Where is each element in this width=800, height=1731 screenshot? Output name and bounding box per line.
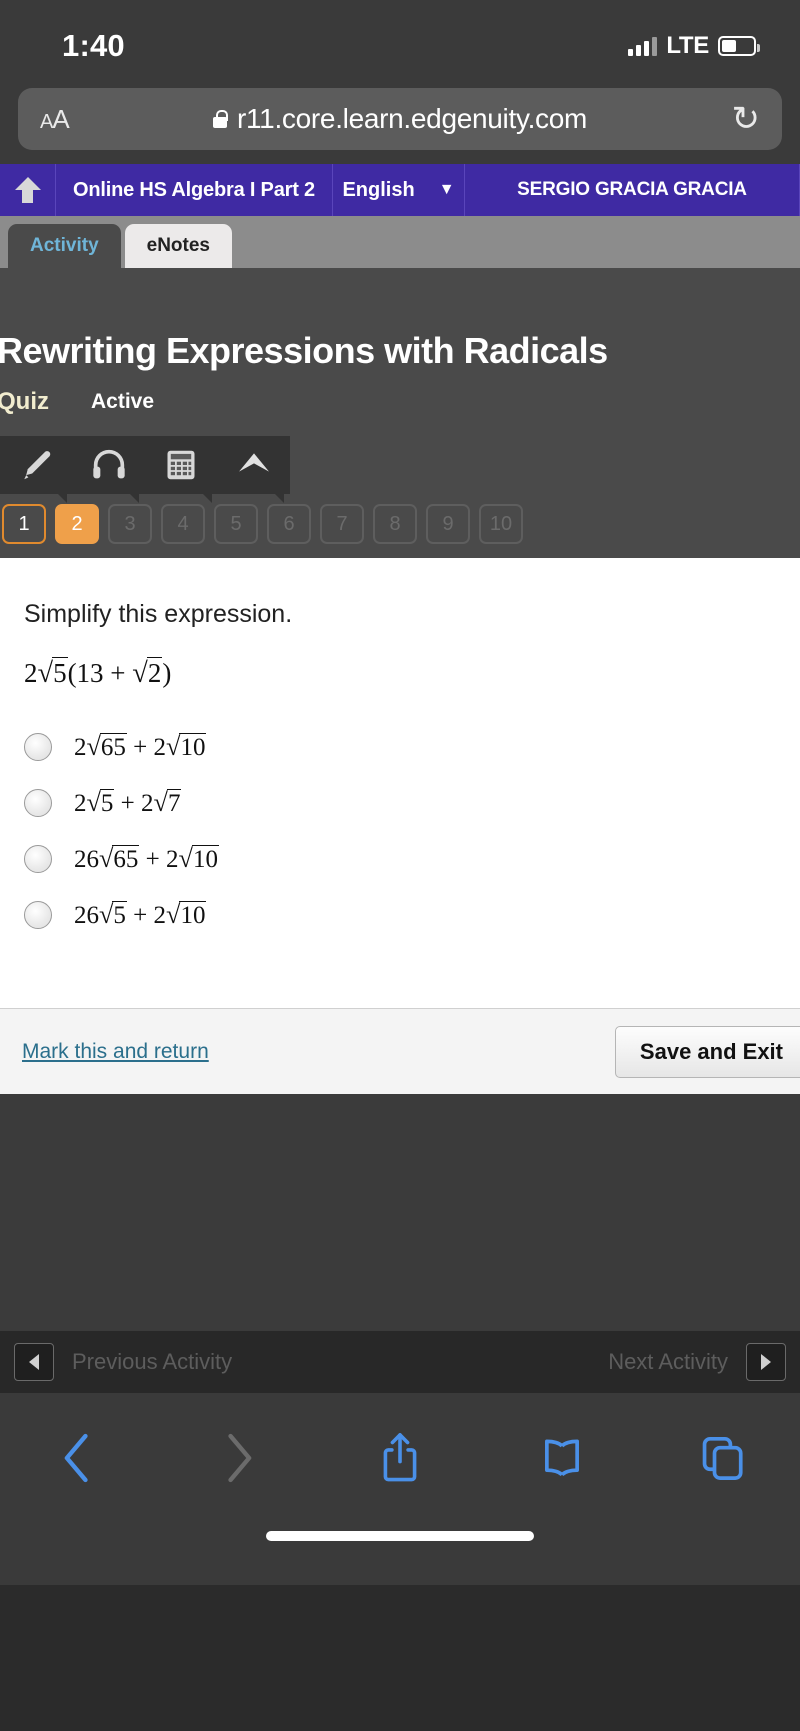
- status-indicators: LTE: [628, 32, 760, 60]
- share-button[interactable]: [365, 1423, 435, 1493]
- forward-icon: [227, 1433, 251, 1483]
- reference-arrow-icon: [238, 453, 269, 472]
- network-type-label: LTE: [666, 32, 709, 59]
- question-button-3[interactable]: 3: [108, 504, 152, 544]
- phone-screen: 1:40 LTE AA r11.core.learn.edgenuity.com…: [0, 0, 800, 1731]
- back-icon: [64, 1433, 88, 1483]
- text-size-button[interactable]: AA: [40, 104, 70, 135]
- answer-option-d[interactable]: 26 √ 5 + 2 √ 10: [24, 900, 800, 930]
- user-name[interactable]: SERGIO GRACIA GRACIA: [465, 164, 800, 216]
- radio-button[interactable]: [24, 733, 52, 761]
- home-button[interactable]: [0, 164, 56, 216]
- question-button-10[interactable]: 10: [479, 504, 523, 544]
- address-bar[interactable]: AA r11.core.learn.edgenuity.com ↻: [18, 88, 782, 150]
- radio-button[interactable]: [24, 789, 52, 817]
- question-expression: 2 √ 5 (13 + √ 2): [24, 657, 172, 689]
- forward-button[interactable]: [204, 1423, 274, 1493]
- activity-state-badge: Active: [91, 390, 155, 413]
- question-number-nav: 1 2 3 4 5 6 7 8 9 10: [0, 494, 800, 558]
- reference-tool-button[interactable]: [218, 436, 291, 503]
- url-display: r11.core.learn.edgenuity.com: [18, 103, 782, 135]
- status-time: 1:40: [62, 28, 125, 63]
- tab-activity[interactable]: Activity: [8, 224, 121, 268]
- previous-activity-group[interactable]: Previous Activity: [14, 1343, 232, 1381]
- question-footer: Mark this and return Save and Exit: [0, 1008, 800, 1094]
- home-icon: [13, 177, 43, 203]
- triangle-left-icon[interactable]: [14, 1343, 54, 1381]
- battery-icon: [718, 36, 760, 56]
- next-activity-group[interactable]: Next Activity: [608, 1343, 786, 1381]
- lock-icon: [212, 110, 228, 128]
- headphones-icon: [93, 449, 125, 479]
- course-title[interactable]: Online HS Algebra I Part 2: [56, 164, 333, 216]
- activity-meta: Quiz Active: [0, 388, 800, 416]
- previous-activity-label: Previous Activity: [72, 1349, 233, 1374]
- tool-palette: [0, 436, 291, 503]
- bookmarks-icon: [544, 1439, 579, 1477]
- triangle-right-icon[interactable]: [746, 1343, 786, 1381]
- radio-button[interactable]: [24, 845, 52, 873]
- answer-option-text: 2 √ 65 + 2 √ 10: [74, 732, 207, 761]
- question-button-2[interactable]: 2: [55, 504, 99, 544]
- page-title: Rewriting Expressions with Radicals: [0, 330, 608, 371]
- home-indicator-area: [0, 1523, 800, 1585]
- question-button-1[interactable]: 1: [2, 504, 46, 544]
- language-selector[interactable]: English ▼: [333, 164, 465, 216]
- reload-icon[interactable]: ↻: [732, 102, 761, 136]
- bookmarks-button[interactable]: [527, 1423, 597, 1493]
- tabs-button[interactable]: [688, 1423, 758, 1493]
- answer-option-a[interactable]: 2 √ 65 + 2 √ 10: [24, 732, 800, 762]
- safari-bottom-toolbar: [0, 1393, 800, 1523]
- radio-button[interactable]: [24, 901, 52, 929]
- page-background-gap: [0, 1094, 800, 1331]
- question-button-8[interactable]: 8: [373, 504, 417, 544]
- course-nav-bar: Online HS Algebra I Part 2 English ▼ SER…: [0, 164, 800, 216]
- home-indicator[interactable]: [266, 1531, 534, 1541]
- answer-options: 2 √ 65 + 2 √ 10 2 √ 5 + 2 √ 7 26 √ 65 + 2 √ 10 26 √ 5 …: [24, 732, 800, 930]
- tab-enotes[interactable]: eNotes: [124, 224, 232, 268]
- question-prompt: Simplify this expression.: [24, 600, 293, 628]
- activity-header: Rewriting Expressions with Radicals Quiz…: [0, 268, 800, 558]
- answer-option-text: 26 √ 65 + 2 √ 10: [74, 844, 219, 873]
- answer-option-b[interactable]: 2 √ 5 + 2 √ 7: [24, 788, 800, 818]
- question-button-9[interactable]: 9: [426, 504, 470, 544]
- calculator-icon: [167, 450, 195, 480]
- highlighter-tool-button[interactable]: [0, 436, 73, 503]
- activity-kind-badge: Quiz: [0, 388, 49, 415]
- question-panel: Simplify this expression. 2 √ 5 (13 + √ 2) 2…: [0, 558, 800, 1094]
- chevron-down-icon: ▼: [438, 181, 455, 198]
- question-button-5[interactable]: 5: [214, 504, 258, 544]
- question-button-6[interactable]: 6: [267, 504, 311, 544]
- calculator-tool-button[interactable]: [145, 436, 218, 503]
- answer-option-c[interactable]: 26 √ 65 + 2 √ 10: [24, 844, 800, 874]
- language-label: English: [342, 178, 415, 201]
- highlighter-icon: [24, 451, 51, 480]
- share-icon: [383, 1433, 417, 1482]
- answer-option-text: 2 √ 5 + 2 √ 7: [74, 788, 182, 817]
- url-text: r11.core.learn.edgenuity.com: [236, 103, 588, 134]
- tab-strip: Activity eNotes: [0, 216, 800, 268]
- answer-option-text: 26 √ 5 + 2 √ 10: [74, 900, 207, 929]
- audio-tool-button[interactable]: [73, 436, 146, 503]
- ios-status-bar: 1:40 LTE: [0, 0, 800, 78]
- safari-url-bar-container: AA r11.core.learn.edgenuity.com ↻: [0, 78, 800, 164]
- question-button-7[interactable]: 7: [320, 504, 364, 544]
- cellular-signal-icon: [628, 36, 658, 56]
- activity-navigation-bar: Previous Activity Next Activity: [0, 1331, 800, 1393]
- next-activity-label: Next Activity: [608, 1349, 728, 1374]
- tabs-icon: [702, 1436, 743, 1480]
- back-button[interactable]: [42, 1423, 112, 1493]
- save-and-exit-button[interactable]: Save and Exit: [614, 1025, 800, 1078]
- mark-and-return-link[interactable]: Mark this and return: [22, 1040, 209, 1064]
- question-button-4[interactable]: 4: [161, 504, 205, 544]
